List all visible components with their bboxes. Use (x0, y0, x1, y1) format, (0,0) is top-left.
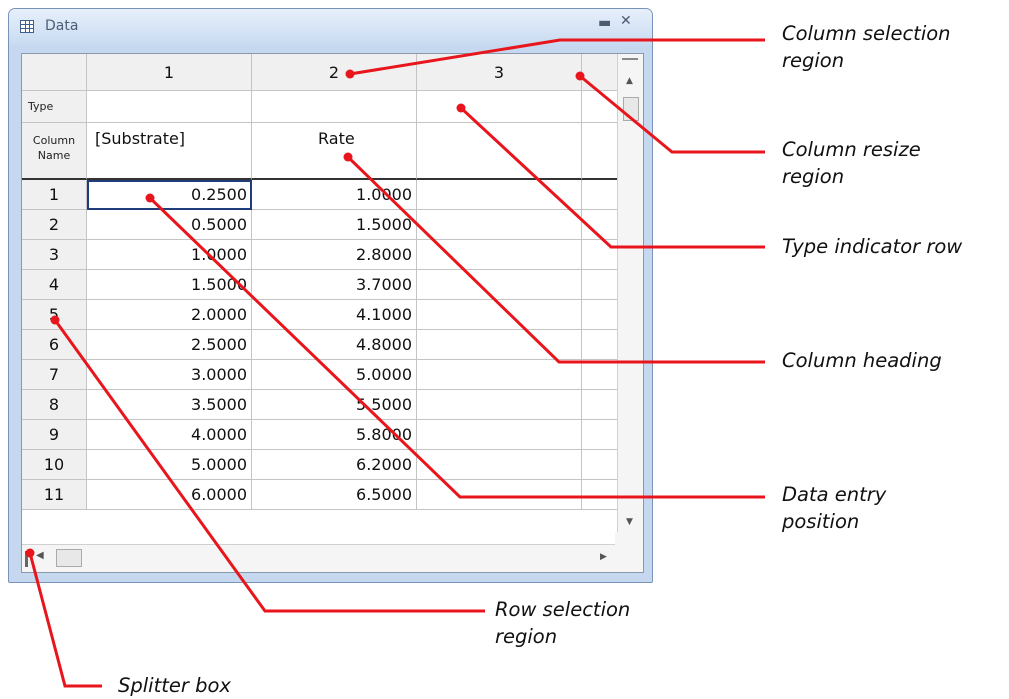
leader-type-indicator (459, 106, 765, 249)
leader-column-heading (346, 155, 765, 364)
leader-dot-row-selection (50, 315, 60, 325)
leader-dot-column-heading (343, 152, 353, 162)
leader-dot-splitter (25, 548, 35, 558)
leader-splitter (28, 552, 102, 688)
leader-column-selection (349, 38, 765, 76)
callout-column-heading: Column heading (782, 349, 942, 372)
leader-dot-data-entry (145, 193, 155, 203)
leader-dot-column-selection (345, 69, 355, 79)
leader-dot-type-indicator (456, 103, 466, 113)
callout-column-resize: Column resize region (782, 138, 921, 188)
callout-row-selection: Row selection region (495, 598, 631, 648)
leader-column-resize (579, 74, 765, 154)
leader-dot-column-resize (575, 71, 585, 81)
callout-type-indicator: Type indicator row (782, 235, 963, 258)
leader-row-selection (53, 319, 485, 613)
callout-data-entry: Data entry position (782, 483, 887, 533)
callout-splitter: Splitter box (118, 674, 231, 697)
leader-data-entry (148, 196, 765, 499)
callout-column-selection: Column selection region (782, 22, 951, 72)
